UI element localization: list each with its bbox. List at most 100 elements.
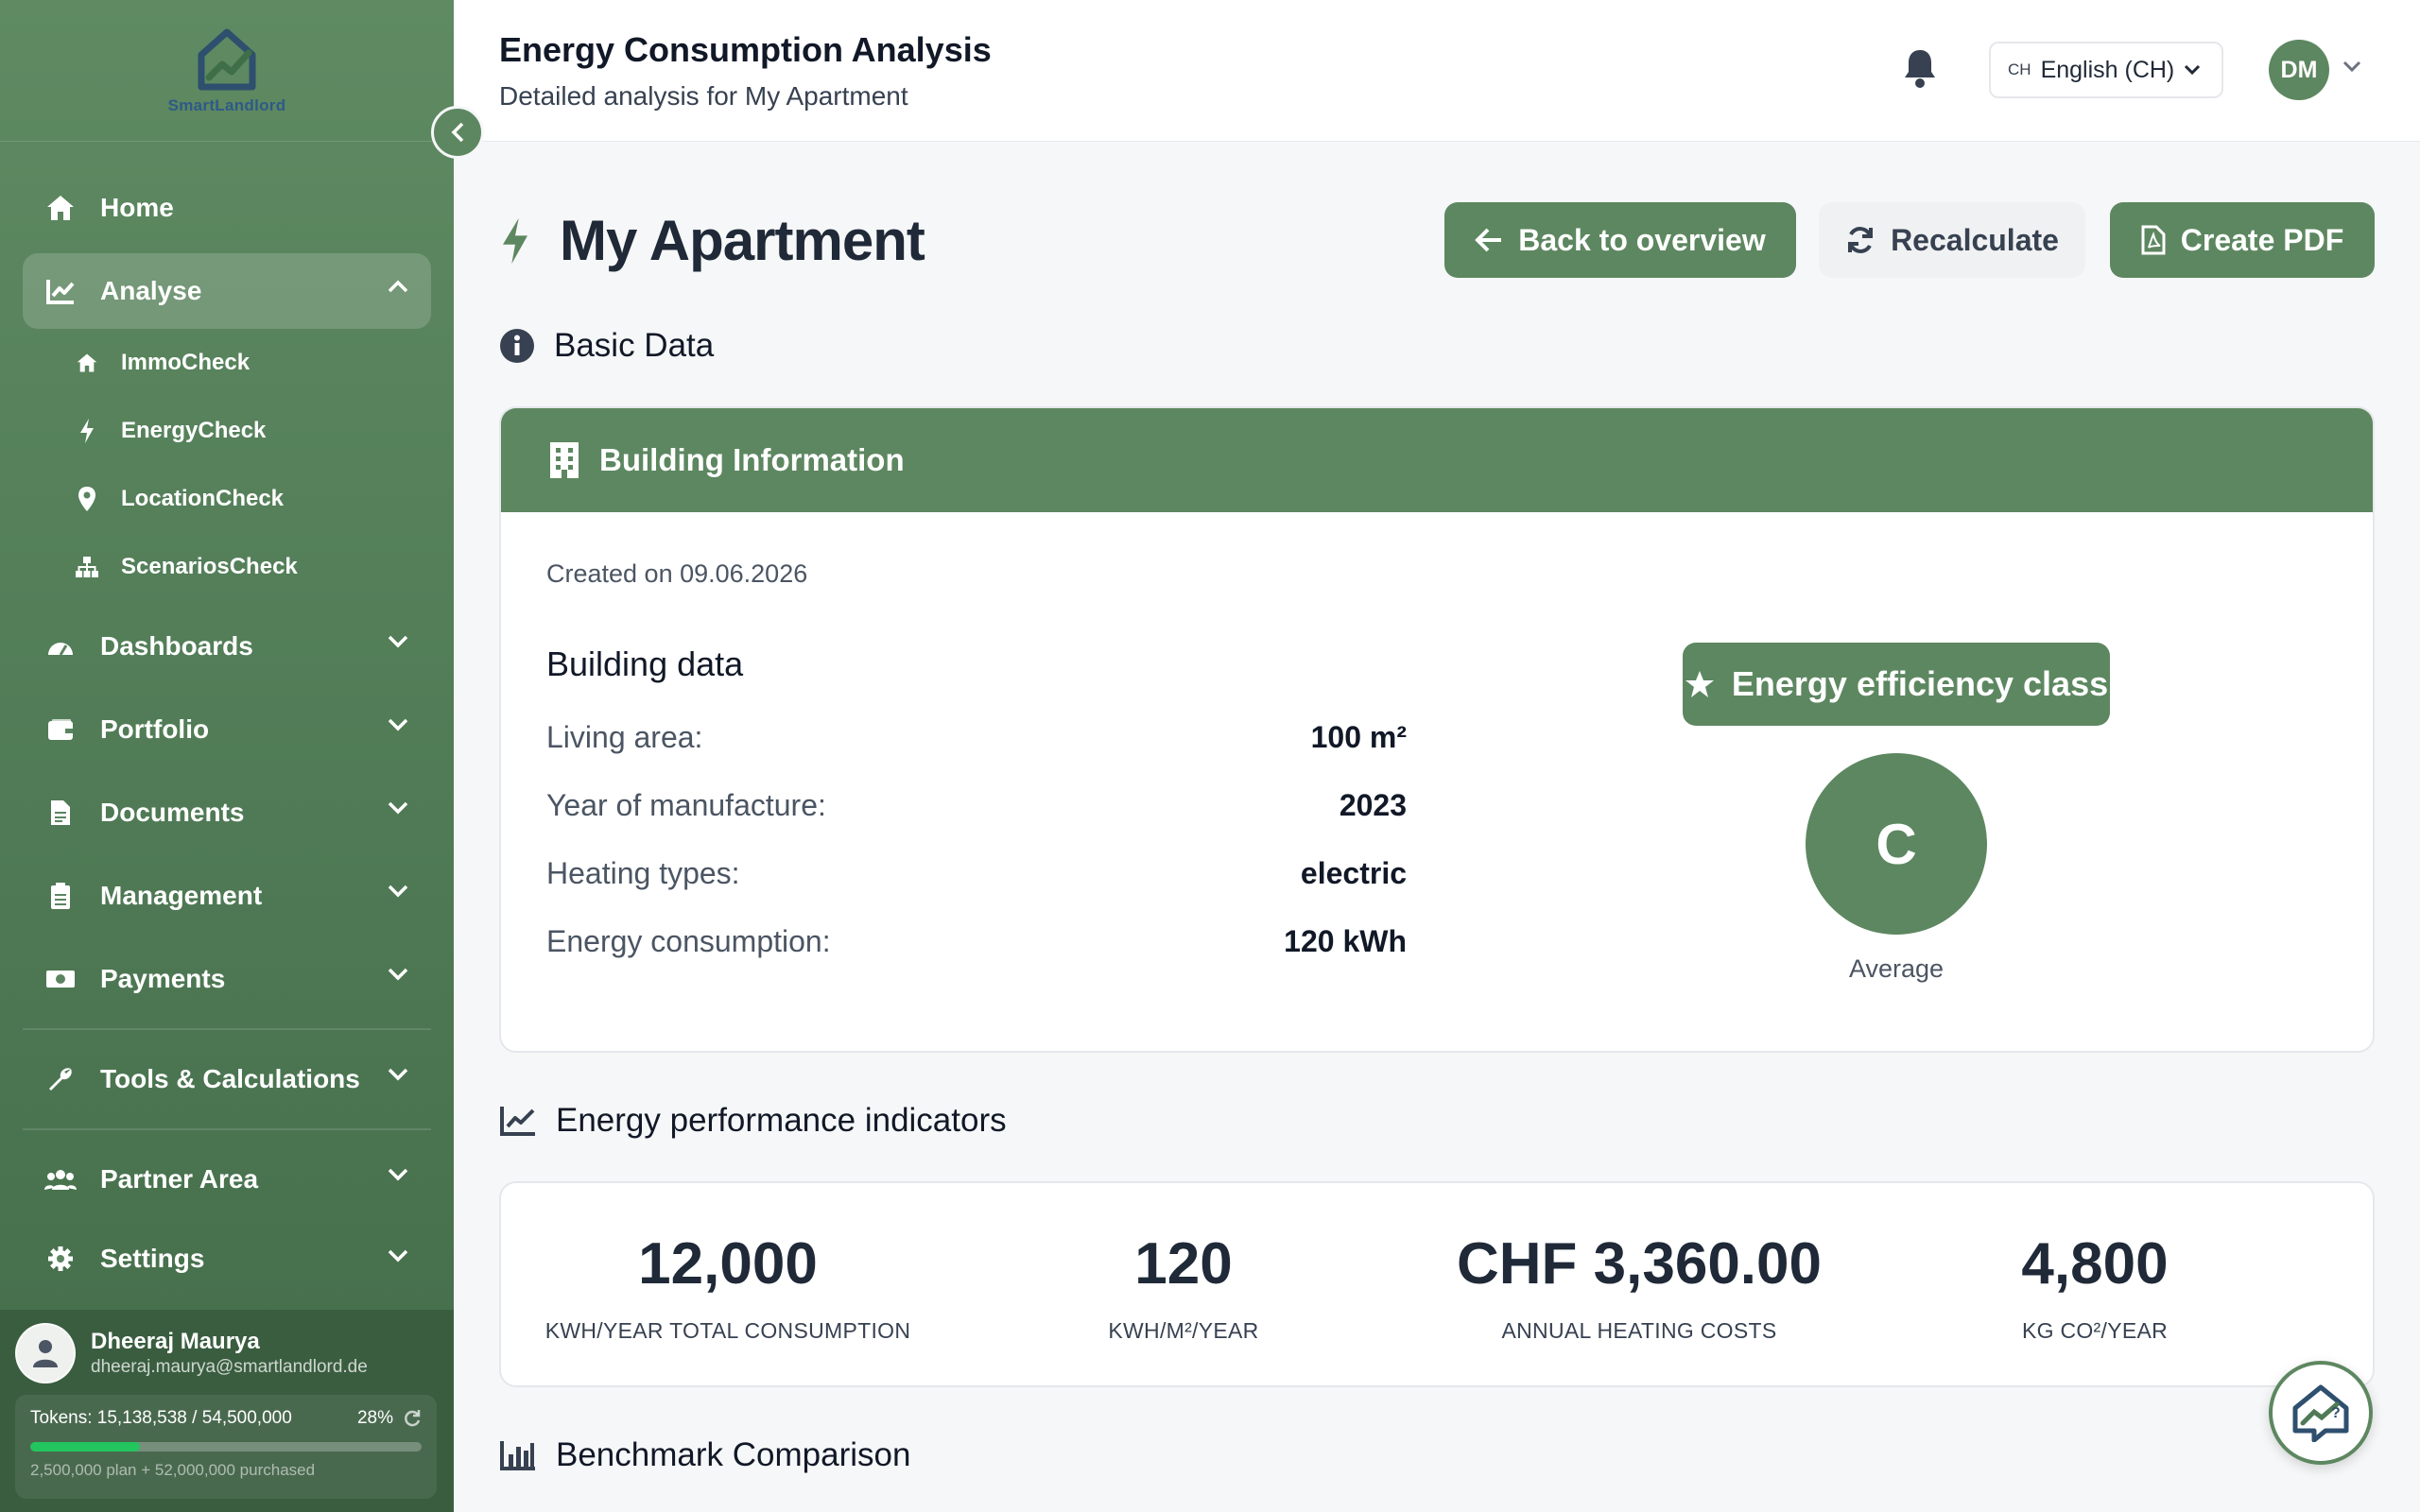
sidebar-item-label: Partner Area: [100, 1164, 259, 1194]
chevron-down-icon: [388, 635, 408, 648]
card-header: Building Information: [501, 408, 2373, 512]
user-panel: Dheeraj Maurya dheeraj.maurya@smartlandl…: [0, 1310, 454, 1512]
chevron-down-icon: [388, 1249, 408, 1263]
chevron-down-icon: [388, 1168, 408, 1181]
chevron-down-icon: [388, 718, 408, 731]
chat-assistant-button[interactable]: ?: [2269, 1361, 2373, 1465]
kpi-value: 12,000: [638, 1231, 818, 1297]
sidebar-item-dashboards[interactable]: Dashboards: [23, 609, 431, 684]
recalculate-button[interactable]: Recalculate: [1819, 202, 2085, 278]
logo-text: SmartLandlord: [167, 95, 286, 114]
sidebar-subitem-label: EnergyCheck: [121, 418, 267, 443]
token-detail: 2,500,000 plan + 52,000,000 purchased: [30, 1461, 316, 1479]
efficiency-rating-label: Average: [1848, 954, 1945, 983]
row-value: 2023: [1339, 788, 1407, 822]
user-email: dheeraj.maurya@smartlandlord.de: [91, 1357, 368, 1377]
chat-house-icon: ?: [2292, 1384, 2349, 1442]
info-circle-icon: [500, 329, 534, 363]
gauge-icon: [43, 629, 78, 663]
sidebar-subitem-label: LocationCheck: [121, 486, 285, 511]
row-label: Living area:: [546, 720, 703, 754]
kpi-caption: KWH/YEAR TOTAL CONSUMPTION: [544, 1318, 911, 1343]
sidebar-item-payments[interactable]: Payments: [23, 941, 431, 1017]
sidebar-item-partner-area[interactable]: Partner Area: [23, 1142, 431, 1217]
sidebar-item-portfolio[interactable]: Portfolio: [23, 692, 431, 767]
sidebar-item-documents[interactable]: Documents: [23, 775, 431, 850]
token-progress-bar: [30, 1442, 422, 1452]
user-name: Dheeraj Maurya: [91, 1329, 260, 1354]
svg-text:?: ?: [2331, 1405, 2341, 1421]
token-label: Tokens: 15,138,538 / 54,500,000: [30, 1408, 292, 1428]
data-row-living-area: Living area: 100 m²: [546, 720, 1407, 755]
sidebar-item-label: Settings: [100, 1244, 205, 1273]
bolt-icon: [74, 418, 100, 444]
home-icon: [74, 350, 100, 376]
sidebar: SmartLandlord Home Analyse ImmoCheck Ene…: [0, 0, 454, 1512]
created-date: Created on 09.06.2026: [546, 559, 808, 588]
kpi-value: 120: [1134, 1231, 1233, 1297]
sidebar-subitem-immocheck[interactable]: ImmoCheck: [0, 329, 454, 397]
button-label: Energy efficiency class: [1731, 664, 2109, 703]
user-avatar-button[interactable]: DM: [2269, 40, 2329, 100]
chevron-down-icon: [388, 885, 408, 898]
section-heading: Energy performance indicators: [556, 1102, 1007, 1139]
map-pin-icon: [74, 486, 100, 512]
language-label: English (CH): [2040, 56, 2175, 83]
sidebar-collapse-button[interactable]: [431, 106, 484, 159]
row-value: electric: [1300, 856, 1407, 890]
card-title: Building Information: [599, 442, 905, 477]
logo[interactable]: SmartLandlord: [0, 0, 454, 142]
sidebar-item-label: Dashboards: [100, 631, 253, 661]
user-icon: [33, 1340, 58, 1367]
sidebar-subitem-energycheck[interactable]: EnergyCheck: [0, 397, 454, 465]
chevron-down-icon: [388, 801, 408, 815]
back-to-overview-button[interactable]: Back to overview: [1444, 202, 1796, 278]
kpi-caption: KWH/M²/YEAR: [1108, 1318, 1259, 1343]
sidebar-item-analyse[interactable]: Analyse: [23, 253, 431, 329]
bar-chart-icon: [500, 1441, 535, 1470]
data-row-energy: Energy consumption: 120 kWh: [546, 924, 1407, 959]
home-icon: [43, 191, 78, 225]
section-benchmark: Benchmark Comparison: [499, 1436, 910, 1474]
logo-house-icon: [198, 28, 256, 90]
notifications-button[interactable]: [1902, 47, 1938, 94]
chevron-down-icon: [388, 1068, 408, 1081]
sidebar-subitem-locationcheck[interactable]: LocationCheck: [0, 465, 454, 533]
section-basic-data: Basic Data: [499, 327, 714, 365]
chevron-up-icon: [388, 280, 408, 293]
sidebar-item-label: Documents: [100, 798, 245, 827]
sidebar-item-management[interactable]: Management: [23, 858, 431, 934]
main-content: My Apartment Back to overview Recalculat…: [454, 142, 2420, 1512]
data-row-year: Year of manufacture: 2023: [546, 788, 1407, 823]
row-label: Energy consumption:: [546, 924, 831, 958]
sidebar-subitem-scenarioscheck[interactable]: ScenariosCheck: [0, 533, 454, 601]
energy-efficiency-class-button[interactable]: Energy efficiency class: [1683, 643, 2110, 726]
token-progress-fill: [30, 1442, 140, 1452]
clipboard-icon: [43, 879, 78, 913]
section-heading: Basic Data: [554, 327, 715, 364]
chevron-down-icon[interactable]: [2342, 60, 2361, 73]
property-title: My Apartment: [499, 208, 925, 273]
kpi-value: CHF 3,360.00: [1457, 1231, 1822, 1297]
kpi-heating-costs: CHF 3,360.00 ANNUAL HEATING COSTS: [1412, 1230, 1866, 1344]
page-title: Energy Consumption Analysis: [499, 30, 992, 69]
kpi-value: 4,800: [2021, 1231, 2169, 1297]
kpi-total-consumption: 12,000 KWH/YEAR TOTAL CONSUMPTION: [501, 1230, 955, 1344]
user-profile[interactable]: Dheeraj Maurya dheeraj.maurya@smartlandl…: [0, 1310, 454, 1397]
money-icon: [43, 962, 78, 996]
language-select[interactable]: CH English (CH): [1989, 42, 2223, 98]
star-icon: [1685, 671, 1714, 697]
chevron-left-icon: [451, 122, 464, 143]
kpi-per-m2: 120 KWH/M²/YEAR: [957, 1230, 1410, 1344]
create-pdf-button[interactable]: Create PDF: [2110, 202, 2375, 278]
row-label: Heating types:: [546, 856, 740, 890]
sidebar-item-label: Tools & Calculations: [100, 1064, 360, 1093]
pdf-file-icon: [2141, 225, 2166, 255]
language-code: CH: [2008, 60, 2031, 78]
sidebar-item-tools[interactable]: Tools & Calculations: [23, 1041, 431, 1117]
refresh-icon[interactable]: [403, 1409, 422, 1428]
sidebar-item-home[interactable]: Home: [23, 170, 431, 246]
users-icon: [43, 1162, 78, 1196]
sidebar-item-label: Portfolio: [100, 714, 210, 744]
sidebar-item-settings[interactable]: Settings: [23, 1225, 431, 1293]
